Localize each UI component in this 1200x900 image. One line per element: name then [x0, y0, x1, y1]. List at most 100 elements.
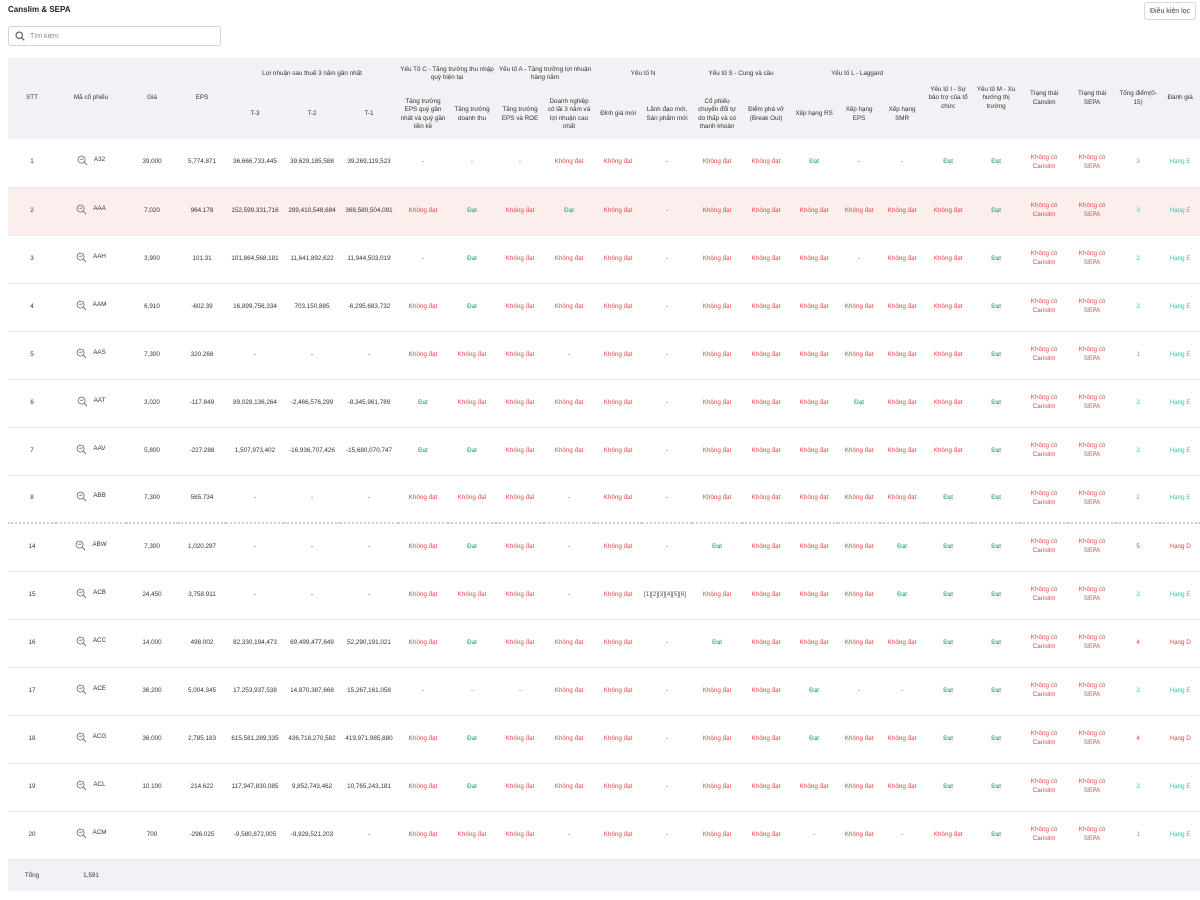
symbol-label[interactable]: ACC [93, 637, 106, 646]
cell-symbol[interactable]: A32 [56, 139, 126, 188]
cell-t3: 615,581,289,335 [226, 715, 284, 764]
cell-n2: - [642, 619, 693, 668]
symbol-label[interactable]: ACL [93, 781, 105, 790]
col-total-points[interactable]: Tổng điểm(0-15) [1116, 58, 1161, 139]
col-a1[interactable]: Tăng trưởng EPS và ROE [496, 90, 545, 139]
symbol-label[interactable]: AAM [93, 301, 107, 310]
symbol-label[interactable]: ACB [93, 589, 106, 598]
col-rating[interactable]: Đánh giá [1160, 58, 1200, 139]
stock-search-icon[interactable] [76, 204, 87, 215]
cell-symbol[interactable]: ACM [56, 811, 126, 860]
table-row[interactable]: 6 AAT 3,020 -117.849 89,028,136,264 -2,466,57… [8, 379, 1200, 428]
col-s1[interactable]: Cổ phiếu chuyển đổi tự do thấp và có tha… [692, 90, 743, 139]
symbol-label[interactable]: AAT [94, 397, 106, 406]
col-price[interactable]: Giá [126, 58, 178, 139]
symbol-label[interactable]: AAS [93, 349, 106, 358]
table-row[interactable]: 15 ACB 24,450 3,758.911- - - Không đạt Không đạ… [8, 571, 1200, 620]
cell-stt: 17 [8, 667, 56, 716]
cell-stt: 1 [8, 139, 56, 188]
stock-search-icon[interactable] [76, 780, 87, 791]
col-l3[interactable]: Xếp hạng SMR [880, 90, 925, 139]
symbol-label[interactable]: A32 [94, 156, 105, 165]
search-box[interactable] [8, 26, 221, 46]
symbol-label[interactable]: ACG [93, 733, 107, 742]
cell-symbol[interactable]: AAH [56, 235, 126, 284]
stock-search-icon[interactable] [76, 348, 87, 359]
table-row[interactable]: 18 ACG 36,000 2,785.183 615,581,289,335 436,7… [8, 715, 1200, 764]
col-n1[interactable]: Đỉnh giá mới [594, 90, 643, 139]
cell-symbol[interactable]: AAV [56, 427, 126, 476]
col-l2[interactable]: Xếp hạng EPS [838, 90, 881, 139]
table-row[interactable]: 3 AAH 3,900 101.31 101,864,568,181 11,641,892… [8, 235, 1200, 284]
col-c2[interactable]: Tăng trưởng doanh thu [448, 90, 497, 139]
cell-symbol[interactable]: ACC [56, 619, 126, 668]
table-row[interactable]: 20 ACM 700 -296.025 -9,580,872,005 -9,928,521… [8, 811, 1200, 860]
col-m-factor[interactable]: Yếu tố M - Xu hướng thị trường [972, 58, 1021, 139]
cell-n2: - [642, 715, 693, 764]
stock-search-icon[interactable] [76, 636, 87, 647]
cell-symbol[interactable]: AAA [56, 187, 126, 236]
stock-search-icon[interactable] [77, 396, 88, 407]
cell-symbol[interactable]: ACB [56, 571, 126, 620]
table-row[interactable]: 17 ACE 36,200 5,004.345 17,253,937,538 14,870… [8, 667, 1200, 716]
cell-symbol[interactable]: AAS [56, 331, 126, 380]
cell-symbol[interactable]: ACG [56, 715, 126, 764]
col-n2[interactable]: Lãnh đạo mới, Sản phẩm mới [642, 90, 693, 139]
symbol-label[interactable]: ABB [93, 492, 106, 501]
col-stt[interactable]: STT [8, 58, 56, 139]
col-c1[interactable]: Tăng trưởng EPS quý gần nhất và quý gần … [398, 90, 449, 139]
table-row[interactable]: 19 ACL 10,100 214.622 117,947,830,085 9,852,7… [8, 763, 1200, 812]
col-a2[interactable]: Doanh nghiệp có lãi 3 năm và lợi nhuận c… [544, 90, 595, 139]
cell-a1: - [496, 139, 545, 188]
filter-conditions-button[interactable]: Điều kiện lọc [1144, 2, 1196, 20]
table-row[interactable]: 2 AAA 7,020 964.178 152,599,331,716 289,410,5… [8, 187, 1200, 236]
cell-n2: - [642, 475, 693, 524]
col-l1[interactable]: Xếp hạng RS [790, 90, 839, 139]
cell-symbol[interactable]: AAT [56, 379, 126, 428]
cell-stt: 5 [8, 331, 56, 380]
cell-symbol[interactable]: ABB [56, 475, 126, 524]
symbol-label[interactable]: AAA [93, 205, 106, 214]
table-row[interactable]: 8 ABB 7,300 565.734- - - Không đạt Không đạt Khô… [8, 475, 1200, 524]
cell-eps: 1,020.297 [178, 523, 226, 572]
cell-symbol[interactable]: ACE [56, 667, 126, 716]
cell-symbol[interactable]: AAM [56, 283, 126, 332]
col-t3[interactable]: T-3 [226, 90, 284, 139]
symbol-label[interactable]: ABW [92, 541, 106, 550]
col-t2[interactable]: T-2 [284, 90, 340, 139]
table-row[interactable]: 4 AAM 6,910 -602.39 16,899,756,334 703,150,88… [8, 283, 1200, 332]
stock-search-icon[interactable] [76, 444, 87, 455]
symbol-label[interactable]: ACE [93, 685, 106, 694]
stock-search-icon[interactable] [76, 828, 87, 839]
table-row[interactable]: 7 AAV 5,800 -227.288 1,507,973,402 -16,936,70… [8, 427, 1200, 476]
cell-symbol[interactable]: ACL [56, 763, 126, 812]
stock-search-icon[interactable] [76, 732, 87, 743]
footer-label: Tổng [8, 859, 56, 891]
col-canslim-status[interactable]: Trạng thái Canslim [1020, 58, 1069, 139]
stock-search-icon[interactable] [77, 155, 88, 166]
stock-search-icon[interactable] [76, 588, 87, 599]
cell-m: Đạt [972, 763, 1021, 812]
stock-search-icon[interactable] [76, 491, 87, 502]
symbol-label[interactable]: AAH [93, 253, 106, 262]
cell-c2: Không đạt [448, 379, 497, 428]
cell-a2: Đạt [544, 187, 595, 236]
col-t1[interactable]: T-1 [340, 90, 399, 139]
table-row[interactable]: 14 ABW 7,300 1,020.297- - - Không đạt Đạt Không … [8, 523, 1200, 572]
col-i-factor[interactable]: Yếu tố I - Sự bảo trợ của tổ chức [924, 58, 973, 139]
stock-search-icon[interactable] [76, 684, 87, 695]
col-symbol[interactable]: Mã cổ phiếu [56, 58, 126, 139]
symbol-label[interactable]: ACM [93, 829, 107, 838]
stock-search-icon[interactable] [75, 540, 86, 551]
table-row[interactable]: 5 AAS 7,300 320.268- - - Không đạt Không đạt Khô… [8, 331, 1200, 380]
symbol-label[interactable]: AAV [93, 445, 105, 454]
stock-search-icon[interactable] [76, 252, 87, 263]
table-row[interactable]: 16 ACC 14,000 498.002 82,330,194,473 69,499,4… [8, 619, 1200, 668]
col-s2[interactable]: Điểm phá vỡ (Break Out) [742, 90, 791, 139]
stock-search-icon[interactable] [76, 300, 87, 311]
search-input[interactable] [30, 32, 210, 40]
cell-symbol[interactable]: ABW [56, 523, 126, 572]
table-row[interactable]: 1 A32 39,000 5,774.871 36,666,733,445 39,629,… [8, 139, 1200, 188]
col-sepa-status[interactable]: Trạng thái SEPA [1068, 58, 1117, 139]
col-eps[interactable]: EPS [178, 58, 226, 139]
